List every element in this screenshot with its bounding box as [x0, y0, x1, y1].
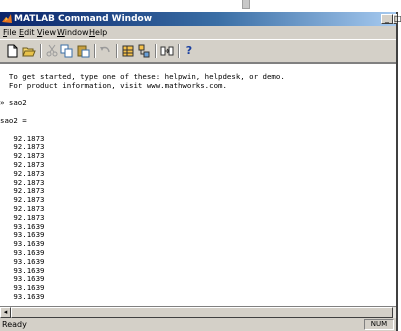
menu-window-label: indow	[64, 28, 89, 37]
desktop-background	[0, 0, 401, 12]
menu-help-label: elp	[95, 28, 108, 37]
menu-help[interactable]: Help	[89, 27, 107, 38]
menu-bar: File Edit View Window Help	[0, 26, 396, 39]
menu-window-accel: W	[57, 28, 65, 37]
minimize-button[interactable]: _	[381, 14, 393, 24]
toolbar-separator	[178, 44, 180, 58]
simulink-icon[interactable]	[160, 44, 174, 58]
console-output: To get started, type one of these: helpw…	[0, 72, 285, 302]
paste-icon[interactable]	[76, 44, 90, 58]
matlab-command-window: MATLAB Command Window _ □ File Edit View…	[0, 12, 401, 331]
command-window-console[interactable]: To get started, type one of these: helpw…	[0, 63, 396, 306]
menu-file[interactable]: File	[3, 27, 16, 38]
maximize-button[interactable]: □	[393, 14, 401, 24]
menu-file-label: ile	[7, 28, 17, 37]
cut-icon[interactable]	[45, 44, 59, 58]
menu-view[interactable]: View	[37, 27, 56, 38]
toolbar-separator	[40, 44, 42, 58]
title-bar[interactable]: MATLAB Command Window _ □	[0, 12, 401, 26]
menu-view-label: iew	[42, 28, 56, 37]
console-line: » sao2	[0, 98, 27, 108]
num-lock-indicator: NUM	[364, 319, 394, 330]
horizontal-scrollbar[interactable]: ◂	[0, 306, 396, 318]
help-icon[interactable]: ?	[182, 44, 196, 58]
toolbar-separator	[94, 44, 96, 58]
background-window-edge	[242, 0, 250, 9]
status-text: Ready	[2, 320, 27, 329]
console-line: For product information, visit www.mathw…	[0, 80, 227, 90]
status-bar: Ready NUM	[0, 319, 396, 331]
open-folder-icon[interactable]	[22, 44, 36, 58]
path-browser-icon[interactable]	[137, 44, 151, 58]
copy-icon[interactable]	[60, 44, 74, 58]
menu-edit-label: dit	[24, 28, 35, 37]
workspace-browser-icon[interactable]	[121, 44, 135, 58]
toolbar-separator	[116, 44, 118, 58]
toolbar-separator	[155, 44, 157, 58]
scroll-thumb[interactable]	[11, 307, 393, 318]
new-document-icon[interactable]	[5, 44, 19, 58]
undo-icon[interactable]	[98, 44, 112, 58]
toolbar: ?	[0, 39, 396, 63]
window-title: MATLAB Command Window	[14, 14, 153, 24]
menu-edit[interactable]: Edit	[19, 27, 35, 38]
scroll-left-arrow-icon[interactable]: ◂	[0, 307, 11, 318]
menu-window[interactable]: Window	[57, 27, 89, 38]
console-line: 93.1639	[0, 291, 45, 301]
matlab-logo-icon	[2, 14, 12, 23]
console-line: sao2 =	[0, 115, 27, 125]
